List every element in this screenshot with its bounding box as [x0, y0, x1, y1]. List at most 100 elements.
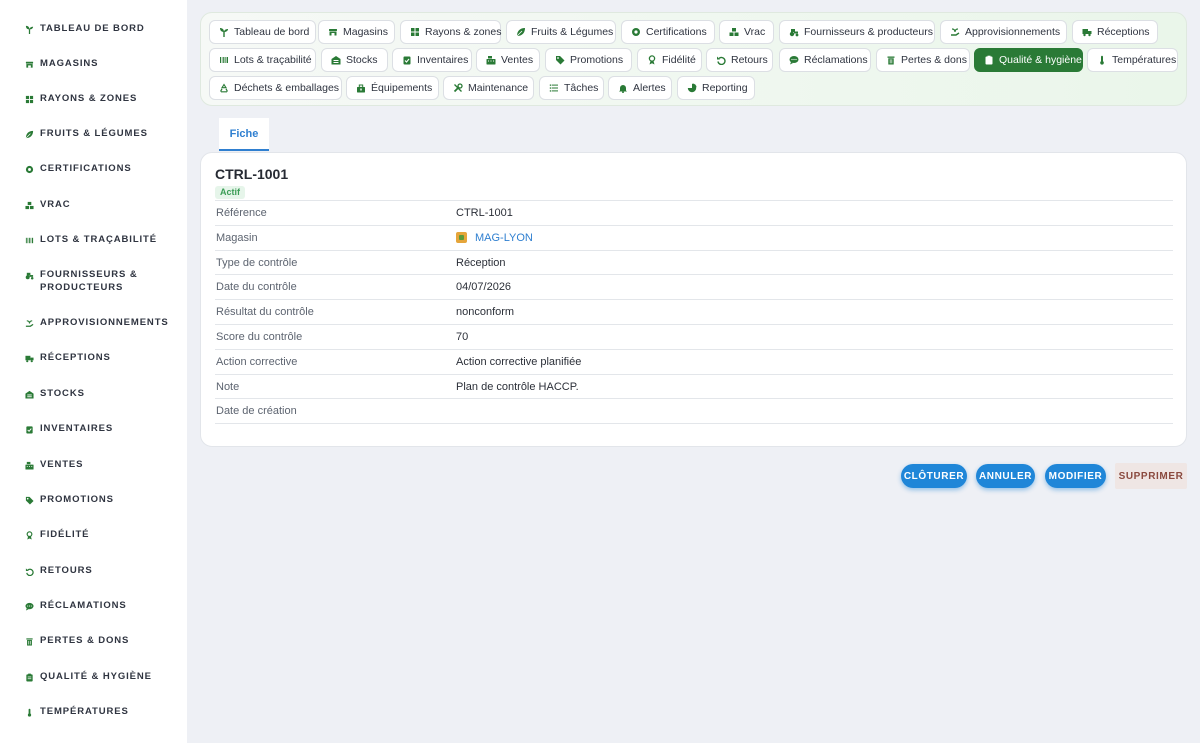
tab-pertes-dons[interactable]: Pertes & dons	[876, 48, 970, 72]
warehouse-icon	[331, 55, 341, 65]
barcode-icon	[24, 235, 34, 245]
sidebar-item-pertes-dons[interactable]: Pertes & dons	[0, 634, 187, 647]
sidebar-item-retours[interactable]: Retours	[0, 564, 187, 577]
tab-lots-tracabilite[interactable]: Lots & traçabilité	[209, 48, 316, 72]
tab-rayons-zones[interactable]: Rayons & zones	[400, 20, 501, 44]
sidebar-item-lots-tracabilite[interactable]: Lots & traçabilité	[0, 233, 187, 246]
tab-retours[interactable]: Retours	[706, 48, 773, 72]
tab-label: Maintenance	[468, 82, 529, 94]
store-icon	[328, 27, 338, 37]
tractor-icon	[789, 27, 799, 37]
sidebar-item-magasins[interactable]: Magasins	[0, 57, 187, 70]
sidebar-item-label: Qualité & hygiène	[40, 671, 152, 682]
field-value-text: Action corrective planifiée	[456, 355, 582, 368]
sidebar-item-qualite-hygiene[interactable]: Qualité & hygiène	[0, 670, 187, 683]
sidebar-item-promotions[interactable]: Promotions	[0, 493, 187, 506]
sidebar-item-label: Ventes	[40, 459, 84, 470]
tab-fournisseurs-producteurs[interactable]: Fournisseurs & producteurs	[779, 20, 935, 44]
sidebar-item-stocks[interactable]: Stocks	[0, 387, 187, 400]
cancel-button[interactable]: Annuler	[976, 464, 1035, 488]
edit-button[interactable]: Modifier	[1045, 464, 1106, 488]
sidebar-item-vrac[interactable]: Vrac	[0, 198, 187, 211]
tab-taches[interactable]: Tâches	[539, 76, 604, 100]
sidebar-item-ventes[interactable]: Ventes	[0, 458, 187, 471]
tab-label: Équipements	[371, 82, 433, 94]
sidebar-item-rayons-zones[interactable]: Rayons & zones	[0, 92, 187, 105]
tab-certifications[interactable]: Certifications	[621, 20, 715, 44]
trash-icon	[886, 55, 896, 65]
store-icon	[456, 232, 467, 244]
tab-receptions[interactable]: Réceptions	[1072, 20, 1158, 44]
sidebar-item-label: Magasins	[40, 58, 99, 69]
sidebar-item-fruits-legumes[interactable]: Fruits & Légumes	[0, 127, 187, 140]
tractor-icon	[24, 270, 34, 280]
field-label: Date du contrôle	[216, 281, 297, 294]
tab-fiche[interactable]: Fiche	[219, 118, 269, 151]
divider	[215, 423, 1173, 424]
field-value: Réception	[456, 257, 506, 269]
tab-magasins[interactable]: Magasins	[318, 20, 395, 44]
tab-reclamations[interactable]: Réclamations	[779, 48, 871, 72]
tab-label: Inventaires	[417, 54, 469, 66]
tab-label: Rayons & zones	[425, 26, 502, 38]
sidebar-item-approvisionnements[interactable]: Approvisionnements	[0, 316, 187, 329]
field-row: Action corrective Action corrective plani…	[215, 348, 1173, 374]
tab-vrac[interactable]: Vrac	[719, 20, 774, 44]
tab-qualite-hygiene[interactable]: Qualité & hygiène	[974, 48, 1083, 72]
sidebar-item-label: Approvisionnements	[40, 317, 169, 328]
field-value: Plan de contrôle HACCP.	[456, 381, 579, 393]
grid-icon	[410, 27, 420, 37]
tab-label: Vrac	[744, 26, 766, 38]
sidebar-item-tableau-de-bord[interactable]: Tableau de bord	[0, 22, 187, 35]
sidebar-item-inventaires[interactable]: Inventaires	[0, 422, 187, 435]
tab-inventaires[interactable]: Inventaires	[392, 48, 472, 72]
trash-icon	[24, 636, 34, 646]
tab-fidelite[interactable]: Fidélité	[637, 48, 702, 72]
tab-alertes[interactable]: Alertes	[608, 76, 672, 100]
sidebar-item-label: Inventaires	[40, 423, 114, 434]
tab-stocks[interactable]: Stocks	[321, 48, 388, 72]
tab-dechets-emballages[interactable]: Déchets & emballages	[209, 76, 342, 100]
sidebar-item-reclamations[interactable]: Réclamations	[0, 599, 187, 612]
tab-fruits-legumes[interactable]: Fruits & Légumes	[506, 20, 616, 44]
barcode-icon	[219, 55, 229, 65]
field-value: nonconform	[456, 306, 514, 318]
sidebar-item-label: Tableau de bord	[40, 23, 145, 34]
store-link[interactable]: MAG-LYON	[456, 232, 533, 244]
sidebar-item-receptions[interactable]: Réceptions	[0, 351, 187, 364]
sidebar-item-label: Fidélité	[40, 529, 90, 540]
module-tabs: Tableau de bord Magasins Rayons & zones Fru…	[200, 12, 1187, 106]
tab-label: Reporting	[702, 82, 748, 94]
field-label: Date de création	[216, 405, 297, 418]
tab-maintenance[interactable]: Maintenance	[443, 76, 534, 100]
field-label: Action corrective	[216, 355, 298, 368]
tab-promotions[interactable]: Promotions	[545, 48, 632, 72]
sidebar-item-label: Fruits & Légumes	[40, 128, 148, 139]
record-card: CTRL-1001 Actif Référence CTRL-1001 Magasi…	[200, 152, 1187, 447]
sidebar-item-label: Fournisseurs & producteurs	[40, 269, 138, 293]
comment-icon	[789, 55, 799, 65]
field-value: CTRL-1001	[456, 207, 513, 219]
sidebar-item-temperatures[interactable]: Températures	[0, 705, 187, 718]
tab-label: Déchets & emballages	[234, 82, 340, 94]
undo-icon	[716, 55, 726, 65]
sidebar-item-label: Stocks	[40, 388, 85, 399]
recycle-icon	[219, 83, 229, 93]
tab-reporting[interactable]: Reporting	[677, 76, 755, 100]
sidebar-item-certifications[interactable]: Certifications	[0, 162, 187, 175]
tab-temperatures[interactable]: Températures	[1087, 48, 1178, 72]
delete-button[interactable]: Supprimer	[1115, 463, 1187, 489]
close-record-button[interactable]: Clôturer	[901, 464, 967, 488]
tab-tableau-de-bord[interactable]: Tableau de bord	[209, 20, 316, 44]
sidebar-item-fidelite[interactable]: Fidélité	[0, 528, 187, 541]
hand-plant-icon	[950, 27, 960, 37]
field-row: Référence CTRL-1001	[215, 200, 1173, 225]
tab-approvisionnements[interactable]: Approvisionnements	[940, 20, 1067, 44]
clipboard-check-icon	[402, 55, 412, 65]
tab-ventes[interactable]: Ventes	[476, 48, 540, 72]
sidebar-item-fournisseurs-producteurs[interactable]: Fournisseurs & producteurs	[0, 268, 187, 294]
boxes-icon	[729, 27, 739, 37]
tab-equipements[interactable]: Équipements	[346, 76, 439, 100]
field-value: 04/07/2026	[456, 281, 511, 293]
field-value: Action corrective planifiée	[456, 356, 581, 368]
